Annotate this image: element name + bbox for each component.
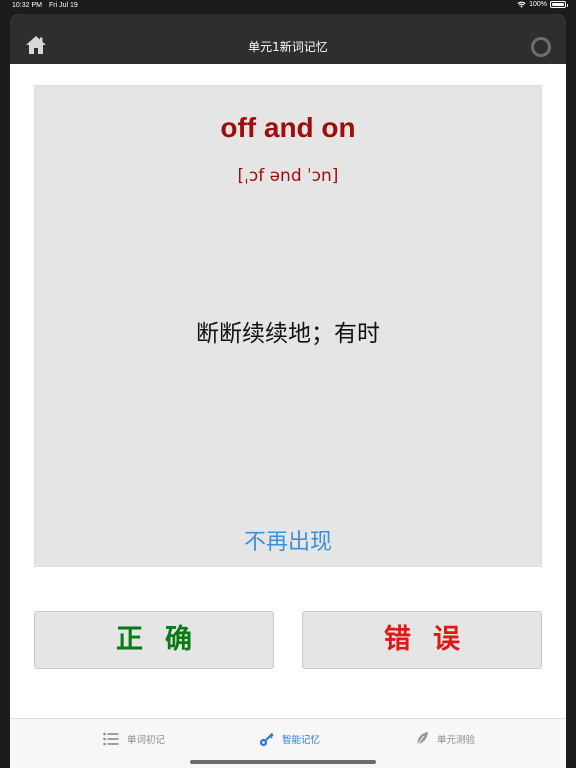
list-icon [103, 732, 119, 746]
app-frame: 单元1新词记忆 off and on [ˌɔf ənd ˈɔn] 断断续续地；有… [10, 14, 566, 768]
status-bar: 10:32 PM Fri Jul 19 100% [0, 0, 576, 14]
tab-label: 单元测验 [437, 735, 476, 746]
status-right: 100% [517, 1, 568, 8]
circle-icon[interactable] [531, 37, 551, 57]
tab-label: 智能记忆 [282, 735, 321, 746]
wifi-icon [517, 1, 526, 8]
page-title: 单元1新词记忆 [248, 40, 328, 54]
status-time: 10:32 PM [12, 2, 42, 9]
battery-icon [550, 1, 568, 8]
battery-percent: 100% [529, 1, 547, 8]
phonetic-text: [ˌɔf ənd ˈɔn] [237, 166, 339, 186]
never-show-again-link[interactable]: 不再出现 [35, 524, 541, 556]
battery-fill [552, 3, 564, 6]
tab-smart-memory[interactable]: 智能记忆 [259, 719, 320, 759]
navbar: 单元1新词记忆 [10, 14, 566, 64]
wrong-button[interactable]: 错误 [302, 611, 542, 669]
correct-button[interactable]: 正确 [34, 611, 274, 669]
feather-icon [415, 732, 428, 747]
tab-unit-test[interactable]: 单元测验 [415, 719, 475, 759]
word-text: off and on [220, 112, 356, 143]
status-date: Fri Jul 19 [49, 2, 78, 9]
tab-word-learning[interactable]: 单词初记 [103, 719, 165, 759]
meaning-text: 断断续续地；有时 [196, 321, 380, 347]
tab-label: 单词初记 [127, 735, 166, 746]
key-icon [259, 732, 274, 746]
word-card: off and on [ˌɔf ənd ˈɔn] 断断续续地；有时 不再出现 [34, 85, 542, 567]
home-indicator [190, 760, 376, 764]
